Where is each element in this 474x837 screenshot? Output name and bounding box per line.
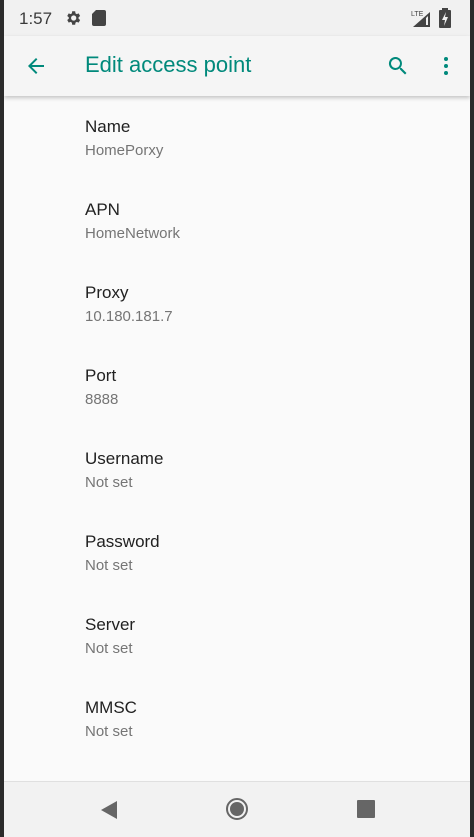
page-title: Edit access point <box>85 52 252 77</box>
more-vert-icon[interactable] <box>432 50 460 82</box>
field-title: Server <box>85 615 136 634</box>
field-value: 8888 <box>85 391 119 408</box>
field-port[interactable]: Port 8888 <box>4 345 470 428</box>
nav-home-icon[interactable] <box>225 797 249 821</box>
field-name[interactable]: Name HomePorxy <box>4 96 470 179</box>
field-title: APN <box>85 200 120 219</box>
navigation-bar <box>4 781 470 837</box>
field-title: MMSC <box>85 698 137 717</box>
nav-recents-icon[interactable] <box>357 800 375 818</box>
field-title: Name <box>85 117 131 136</box>
field-mmsc[interactable]: MMSC Not set <box>4 677 470 760</box>
field-value: Not set <box>85 474 133 491</box>
field-server[interactable]: Server Not set <box>4 594 470 677</box>
field-value: HomePorxy <box>85 142 164 159</box>
status-bar: 1:57 LTE <box>4 0 470 36</box>
nav-back-icon[interactable] <box>99 799 119 821</box>
sd-card-icon <box>92 10 106 26</box>
app-bar: Edit access point <box>4 36 470 96</box>
field-title: Username <box>85 449 164 468</box>
field-value: Not set <box>85 640 133 657</box>
field-title: Port <box>85 366 117 385</box>
battery-charging-icon <box>439 8 451 28</box>
field-password[interactable]: Password Not set <box>4 511 470 594</box>
apn-settings-list: Name HomePorxy APN HomeNetwork Proxy 10.… <box>4 96 470 760</box>
search-icon[interactable] <box>382 50 414 82</box>
android-screen: 1:57 LTE Edit access point Name HomePorx… <box>4 0 470 837</box>
svg-text:LTE: LTE <box>411 11 424 18</box>
field-apn[interactable]: APN HomeNetwork <box>4 179 470 262</box>
field-value: HomeNetwork <box>85 225 181 242</box>
field-value: 10.180.181.7 <box>85 308 173 325</box>
lte-signal-icon: LTE <box>411 8 431 28</box>
field-proxy[interactable]: Proxy 10.180.181.7 <box>4 262 470 345</box>
field-title: Proxy <box>85 283 129 302</box>
field-username[interactable]: Username Not set <box>4 428 470 511</box>
field-value: Not set <box>85 557 133 574</box>
field-value: Not set <box>85 723 133 740</box>
field-title: Password <box>85 532 160 551</box>
status-time: 1:57 <box>19 9 53 28</box>
gear-icon <box>64 9 82 27</box>
back-arrow-icon[interactable] <box>20 50 52 82</box>
